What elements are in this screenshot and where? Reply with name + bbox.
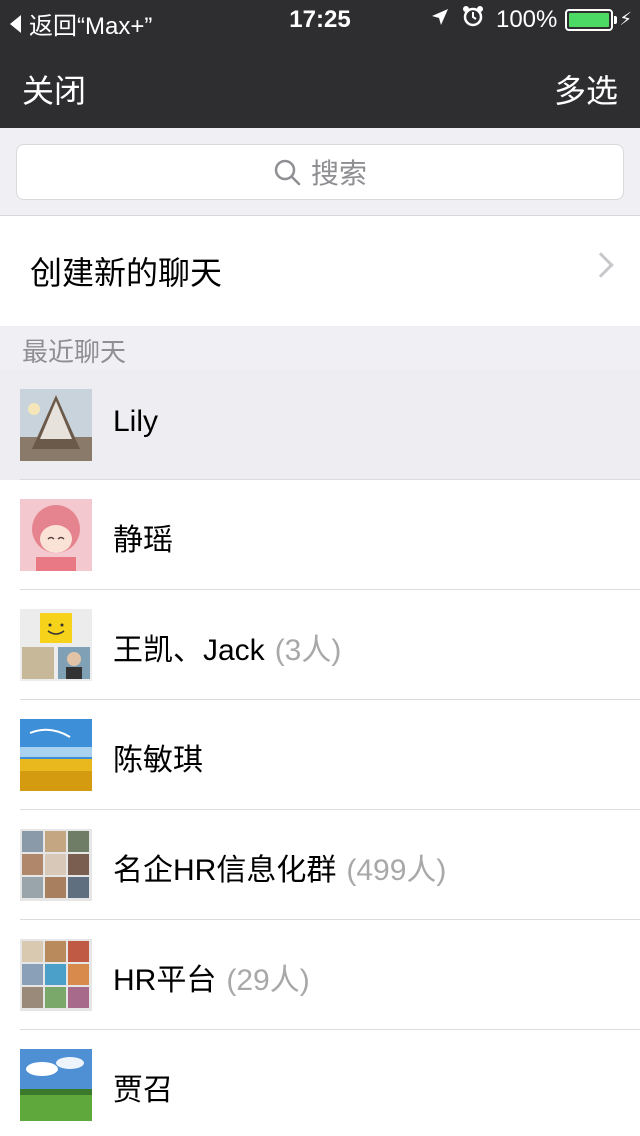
chat-name: HR平台 (29人)	[113, 964, 310, 997]
search-input[interactable]: 搜索	[16, 144, 624, 200]
create-new-chat-label: 创建新的聊天	[30, 255, 223, 291]
list-item[interactable]: Lily	[0, 370, 640, 480]
status-icons: 100% ⚡	[430, 5, 632, 34]
search-placeholder: 搜索	[310, 158, 367, 189]
status-bar: 返回“Max+” 17:25 100% ⚡	[0, 0, 640, 40]
chat-name: Lily	[113, 405, 159, 438]
section-header-recent: 最近聊天	[0, 326, 640, 370]
close-button[interactable]: 关闭	[22, 66, 86, 112]
chevron-right-icon	[588, 252, 614, 278]
avatar	[20, 719, 92, 791]
search-icon	[274, 159, 301, 186]
chat-name: 陈敏琪	[113, 744, 203, 777]
search-area: 搜索	[0, 128, 640, 216]
battery-percent: 100%	[495, 5, 558, 33]
member-count: (499人)	[346, 854, 447, 887]
member-count: (3人)	[274, 634, 342, 667]
avatar	[20, 499, 92, 571]
list-item[interactable]: HR平台 (29人)	[0, 920, 640, 1030]
multi-select-button[interactable]: 多选	[554, 66, 618, 112]
list-item[interactable]: 静瑶	[0, 480, 640, 590]
section-title: 最近聊天	[22, 337, 127, 367]
list-item[interactable]: 贾召	[0, 1030, 640, 1136]
avatar	[20, 829, 92, 901]
list-item[interactable]: 名企HR信息化群 (499人)	[0, 810, 640, 920]
create-new-chat-row[interactable]: 创建新的聊天	[0, 216, 640, 326]
chat-name: 名企HR信息化群 (499人)	[113, 854, 447, 887]
avatar	[20, 609, 92, 681]
list-item[interactable]: 王凯、Jack (3人)	[0, 590, 640, 700]
recent-chat-list: Lily 静瑶 王凯、Jack (3人) 陈敏琪 名企HR信息化群 (499人)…	[0, 370, 640, 1136]
location-icon	[430, 6, 450, 34]
nav-bar: 关闭 多选	[0, 40, 640, 128]
list-item[interactable]: 陈敏琪	[0, 700, 640, 810]
avatar	[20, 939, 92, 1011]
battery-icon	[565, 8, 618, 31]
alarm-icon	[462, 5, 484, 34]
avatar	[20, 1049, 92, 1121]
avatar	[20, 389, 92, 461]
member-count: (29人)	[226, 964, 310, 997]
chat-name: 静瑶	[113, 524, 173, 557]
charging-icon: ⚡	[619, 9, 632, 29]
chat-name: 王凯、Jack (3人)	[113, 634, 342, 667]
chat-name: 贾召	[113, 1074, 173, 1107]
